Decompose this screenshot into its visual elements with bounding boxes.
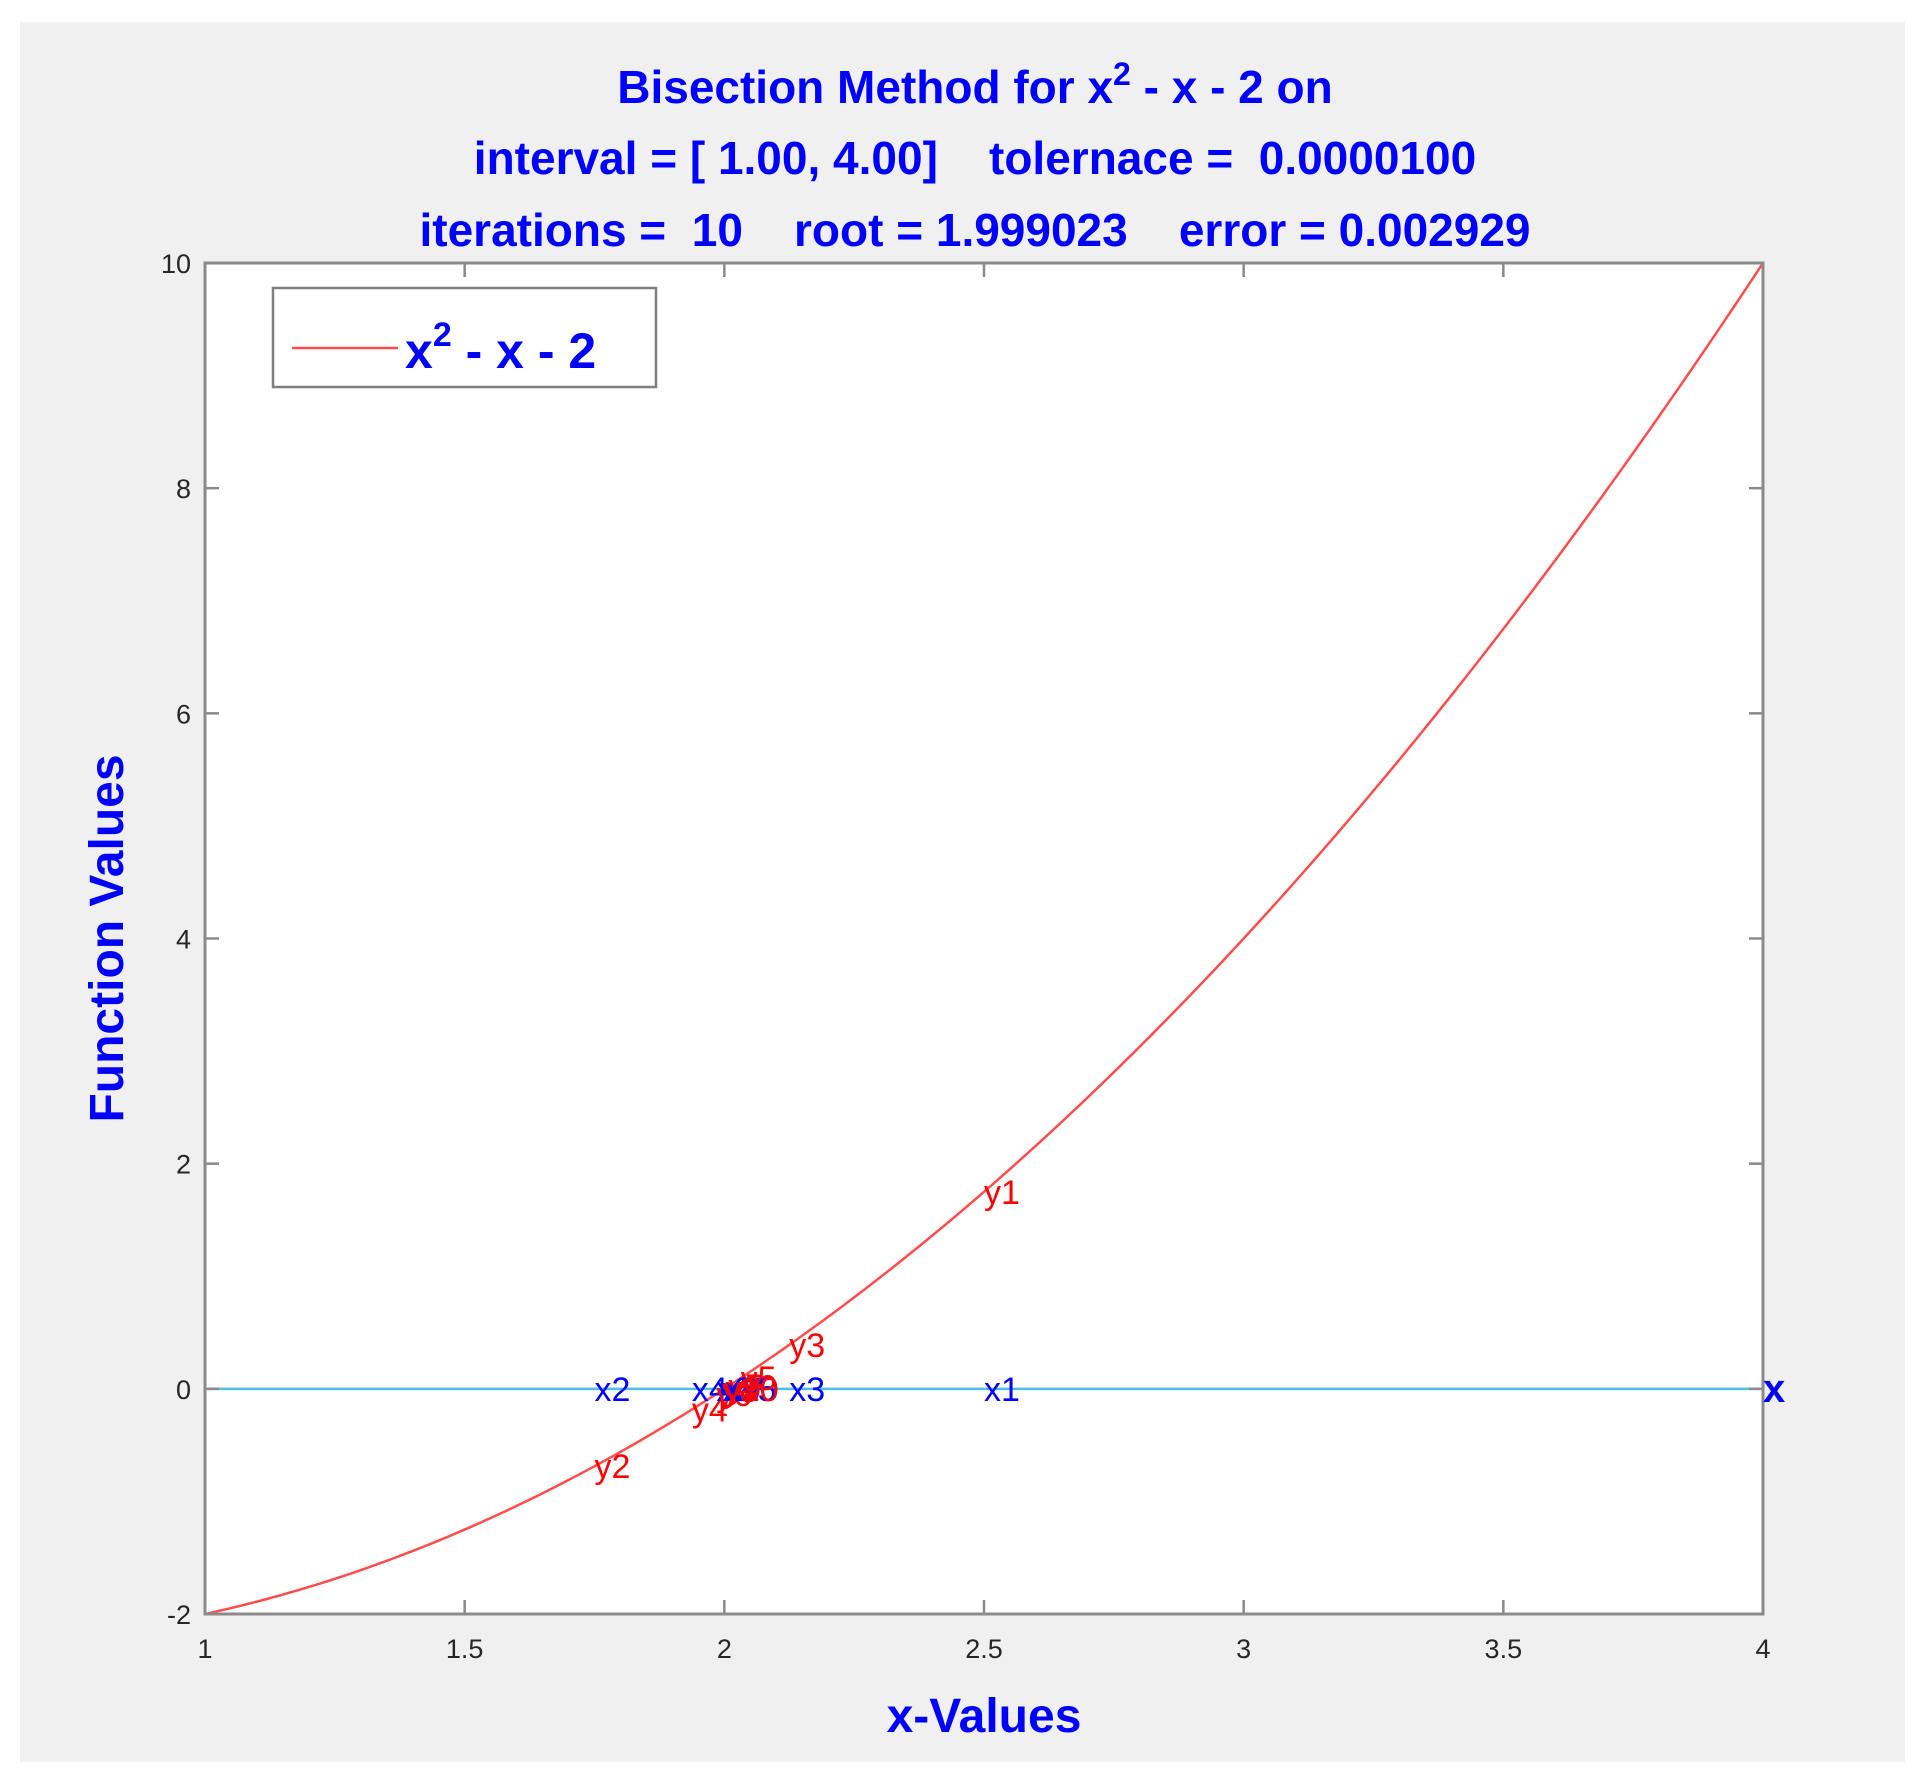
y-tick-label: 10 bbox=[161, 249, 191, 279]
x-tick-label: 1.5 bbox=[446, 1634, 484, 1664]
x-tick-label: 3.5 bbox=[1485, 1634, 1523, 1664]
y-tick-label: 2 bbox=[176, 1150, 191, 1180]
y-iterate-label: y10 bbox=[724, 1371, 779, 1409]
x-tick-label: 1 bbox=[197, 1634, 212, 1664]
x-iterate-label: x2 bbox=[595, 1371, 631, 1409]
chart: Bisection Method for x2 - x - 2 on inter… bbox=[81, 56, 1785, 1743]
y-tick-label: 6 bbox=[176, 699, 191, 729]
x-axis-label: x-Values bbox=[887, 1690, 1082, 1743]
figure-background: Bisection Method for x2 - x - 2 on inter… bbox=[20, 22, 1905, 1762]
y-tick-label: 8 bbox=[176, 474, 191, 504]
x-tick-label: 4 bbox=[1755, 1634, 1770, 1664]
chart-title-line-3: iterations = 10 root = 1.999023 error = … bbox=[419, 204, 1530, 256]
y-tick-label: 0 bbox=[176, 1375, 191, 1405]
y-axis-label: Function Values bbox=[81, 754, 134, 1122]
x-iterate-label: x3 bbox=[789, 1371, 825, 1409]
x-tick-label: 3 bbox=[1236, 1634, 1251, 1664]
y-tick-label: 4 bbox=[176, 925, 191, 955]
legend[interactable]: x2 - x - 2 bbox=[271, 286, 658, 389]
chart-title-line-2: interval = [ 1.00, 4.00] tolernace = 0.0… bbox=[474, 132, 1476, 184]
endpoint-marker: x bbox=[1763, 1367, 1785, 1411]
chart-title-line-1: Bisection Method for x2 - x - 2 on bbox=[617, 56, 1333, 113]
y-iterate-label: y2 bbox=[595, 1448, 631, 1486]
y-iterate-label: y3 bbox=[789, 1327, 825, 1365]
y-iterate-label: y1 bbox=[984, 1174, 1020, 1212]
x-tick-label: 2 bbox=[717, 1634, 732, 1664]
y-tick-label: -2 bbox=[167, 1600, 191, 1630]
x-iterate-label: x1 bbox=[984, 1371, 1020, 1409]
axes-background bbox=[205, 263, 1763, 1614]
x-tick-label: 2.5 bbox=[965, 1634, 1003, 1664]
